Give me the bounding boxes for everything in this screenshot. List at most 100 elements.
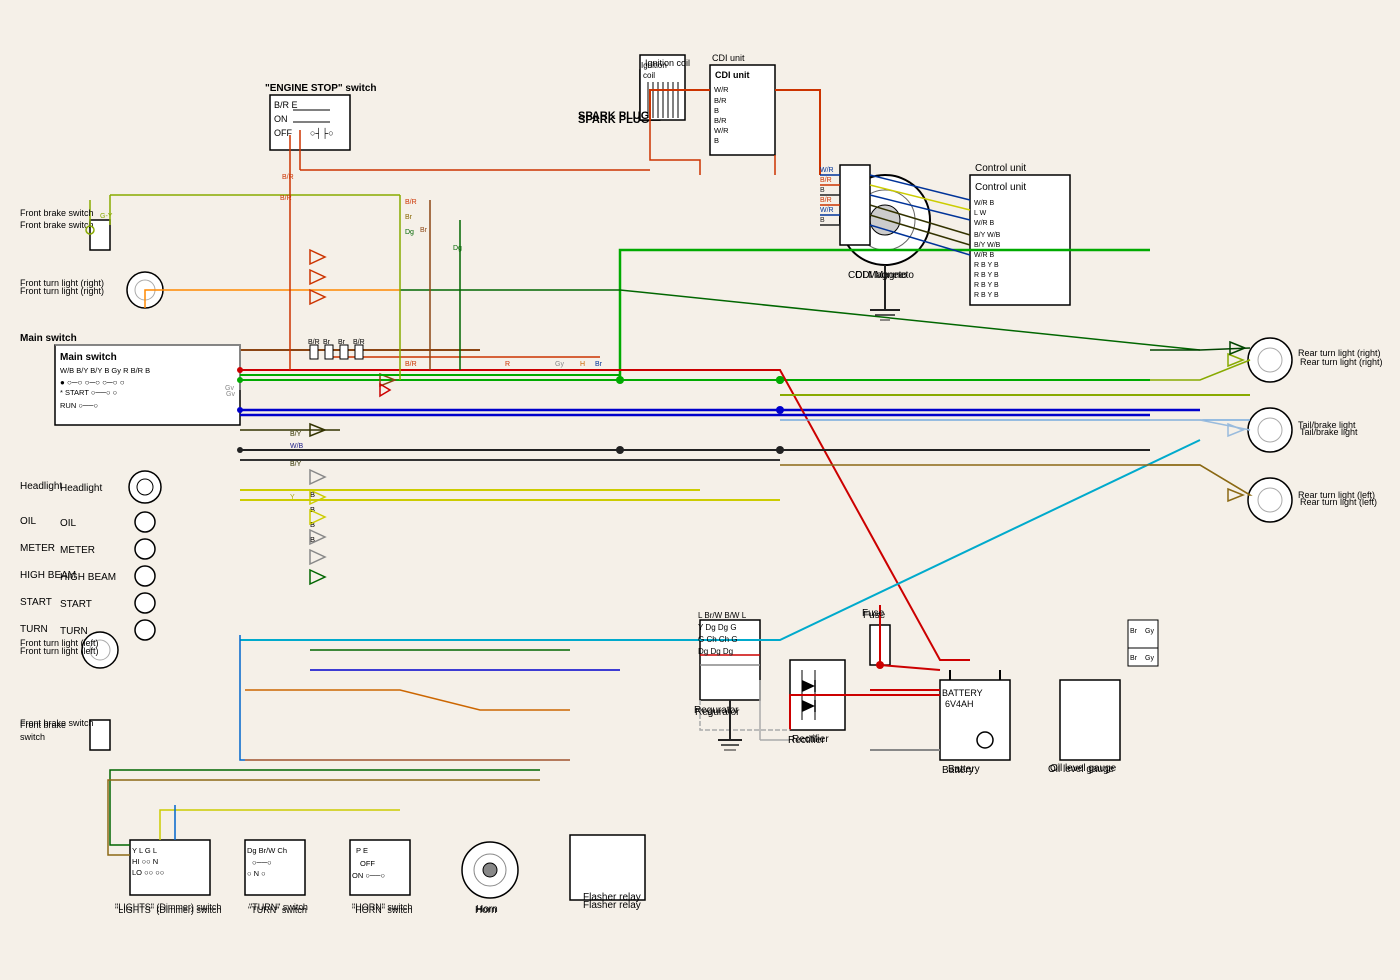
svg-text:B/Y: B/Y bbox=[290, 461, 302, 468]
front-turn-left-label: Front turn light (left) bbox=[20, 638, 99, 648]
svg-text:BATTERY: BATTERY bbox=[942, 688, 983, 698]
headlight-label: Headlight bbox=[20, 481, 62, 492]
regulator-label: Regurator bbox=[694, 705, 738, 716]
svg-text:W/R: W/R bbox=[714, 126, 729, 135]
svg-text:L Br/W B/W L: L Br/W B/W L bbox=[698, 611, 747, 620]
lights-switch-label: "LIGHTS" (Dimmer) switch bbox=[115, 905, 221, 915]
tail-brake-label: Tail/brake light bbox=[1298, 420, 1356, 430]
meter-label: METER bbox=[20, 543, 55, 554]
svg-text:B/Y W/B: B/Y W/B bbox=[974, 232, 1001, 239]
svg-text:○ N ○: ○ N ○ bbox=[247, 869, 266, 878]
svg-text:* START ○──○ ○: * START ○──○ ○ bbox=[60, 388, 117, 397]
svg-text:B/R: B/R bbox=[353, 339, 365, 346]
svg-text:Y: Y bbox=[290, 494, 295, 501]
svg-text:W/R B: W/R B bbox=[974, 200, 995, 207]
svg-text:Gv: Gv bbox=[226, 391, 235, 398]
svg-text:H: H bbox=[580, 361, 585, 368]
svg-text:Gy: Gy bbox=[555, 361, 564, 368]
svg-text:ON: ON bbox=[274, 114, 288, 124]
start-label: START bbox=[20, 597, 52, 608]
svg-text:B: B bbox=[714, 136, 719, 145]
svg-text:G-Y: G-Y bbox=[100, 213, 113, 220]
svg-text:P E: P E bbox=[356, 846, 368, 855]
svg-text:W/R: W/R bbox=[714, 85, 729, 94]
svg-text:W/B B/Y B/Y B Gy R B/R B: W/B B/Y B/Y B Gy R B/R B bbox=[60, 366, 150, 375]
svg-text:Br: Br bbox=[323, 339, 331, 346]
svg-text:METER: METER bbox=[60, 545, 95, 556]
svg-text:B/R: B/R bbox=[282, 174, 294, 181]
main-container: WIRING DIAGRAM Yamaha QT50 CDI MAGNETO L… bbox=[0, 0, 1400, 980]
svg-text:START: START bbox=[60, 599, 92, 610]
svg-text:B/Y W/B: B/Y W/B bbox=[974, 242, 1001, 249]
wiring-diagram: B/R E ON OFF ○┤├○ SPARK PLUG Ignition co… bbox=[0, 0, 1400, 980]
svg-text:Br: Br bbox=[420, 227, 428, 234]
svg-text:W/R B: W/R B bbox=[974, 220, 995, 227]
svg-text:HI ○○ N: HI ○○ N bbox=[132, 857, 158, 866]
svg-text:Br: Br bbox=[338, 339, 346, 346]
svg-text:Br: Br bbox=[595, 361, 603, 368]
horn-label: Horn bbox=[475, 905, 497, 916]
svg-text:LO ○○ ○○: LO ○○ ○○ bbox=[132, 868, 164, 877]
cdi-magneto-label: CDI Magneto bbox=[848, 270, 907, 281]
svg-text:L W: L W bbox=[974, 210, 987, 217]
oil-gauge-label: Oil level gauge bbox=[1050, 763, 1116, 774]
svg-text:B: B bbox=[714, 106, 719, 115]
svg-text:Dg: Dg bbox=[405, 229, 414, 236]
battery-label: Battery bbox=[942, 765, 974, 776]
rear-turn-left-label: Rear turn light (left) bbox=[1298, 490, 1375, 500]
svg-text:Headlight: Headlight bbox=[60, 483, 102, 494]
svg-text:B/R: B/R bbox=[714, 96, 727, 105]
svg-text:R B Y B: R B Y B bbox=[974, 262, 999, 269]
front-brake-switch-bottom-label: Front brake switch bbox=[20, 718, 94, 728]
rectifier-label: Rectifier bbox=[788, 735, 825, 746]
flasher-relay-label: Flasher relay bbox=[583, 900, 641, 911]
svg-text:○──○: ○──○ bbox=[252, 858, 272, 867]
svg-text:Br: Br bbox=[405, 214, 413, 221]
rear-turn-right-label: Rear turn light (right) bbox=[1298, 348, 1381, 358]
svg-text:Y L G L: Y L G L bbox=[132, 846, 157, 855]
svg-text:R B Y B: R B Y B bbox=[974, 272, 999, 279]
svg-text:Dg Br/W Ch: Dg Br/W Ch bbox=[247, 846, 287, 855]
svg-text:Br: Br bbox=[1130, 628, 1138, 635]
svg-text:Gy: Gy bbox=[1145, 628, 1154, 635]
svg-text:CDI unit: CDI unit bbox=[715, 70, 750, 80]
svg-text:Rear turn light (right): Rear turn light (right) bbox=[1300, 357, 1383, 367]
front-turn-right-label: Front turn light (right) bbox=[20, 278, 104, 288]
svg-text:○┤├○: ○┤├○ bbox=[310, 127, 334, 139]
svg-text:W/R: W/R bbox=[820, 167, 834, 174]
svg-text:Main switch: Main switch bbox=[60, 352, 117, 363]
svg-text:Front brake switch: Front brake switch bbox=[20, 220, 94, 230]
control-unit-label: Control unit bbox=[975, 163, 1026, 174]
svg-text:Control unit: Control unit bbox=[975, 182, 1026, 193]
svg-text:G Ch Ch G: G Ch Ch G bbox=[698, 635, 738, 644]
svg-text:R B Y B: R B Y B bbox=[974, 282, 999, 289]
svg-text:B: B bbox=[820, 217, 825, 224]
svg-text:switch: switch bbox=[20, 732, 45, 742]
svg-text:Dg Dg Dg: Dg Dg Dg bbox=[698, 647, 733, 656]
svg-text:OFF: OFF bbox=[360, 859, 375, 868]
svg-text:W/R B: W/R B bbox=[974, 252, 995, 259]
svg-text:coil: coil bbox=[643, 71, 655, 80]
ignition-coil-label: Ignition coil bbox=[645, 58, 690, 68]
svg-text:TURN: TURN bbox=[60, 626, 88, 637]
svg-text:B: B bbox=[820, 187, 825, 194]
svg-text:R: R bbox=[505, 361, 510, 368]
svg-text:OIL: OIL bbox=[60, 518, 77, 529]
svg-text:W/B: W/B bbox=[290, 443, 304, 450]
svg-text:R B Y B: R B Y B bbox=[974, 292, 999, 299]
engine-stop-label: "ENGINE STOP" switch bbox=[265, 83, 377, 94]
svg-text:B/R: B/R bbox=[308, 339, 320, 346]
svg-text:B/R E: B/R E bbox=[274, 100, 298, 110]
spark-plug-label: SPARK PLUG bbox=[578, 110, 649, 122]
svg-text:6V4AH: 6V4AH bbox=[945, 699, 974, 709]
front-brake-switch-label: Front brake switch bbox=[20, 208, 94, 218]
svg-text:RUN ○──○: RUN ○──○ bbox=[60, 401, 98, 410]
svg-text:B/R: B/R bbox=[714, 116, 727, 125]
svg-text:Gy: Gy bbox=[1145, 655, 1154, 662]
oil-label: OIL bbox=[20, 516, 36, 527]
cdi-unit-label: CDI unit bbox=[712, 53, 745, 63]
high-beam-label: HIGH BEAM bbox=[20, 570, 76, 581]
svg-text:Br: Br bbox=[1130, 655, 1138, 662]
turn-label: TURN bbox=[20, 624, 48, 635]
svg-text:B/Y: B/Y bbox=[290, 431, 302, 438]
